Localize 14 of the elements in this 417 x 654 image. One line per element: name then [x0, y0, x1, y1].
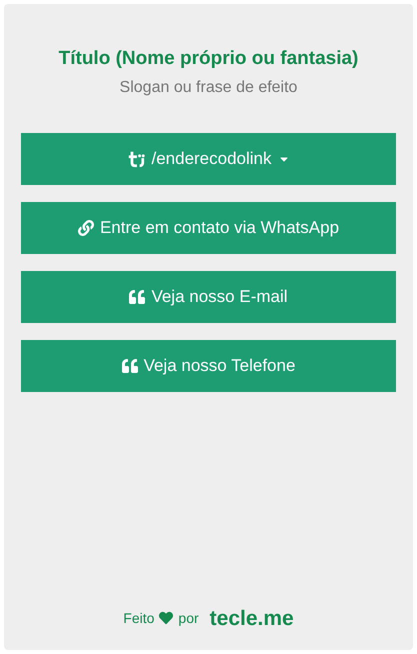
link-icon [78, 220, 94, 236]
slogan: Slogan ou frase de efeito [118, 78, 298, 98]
quote-icon [129, 289, 146, 305]
link-button[interactable]: Veja nosso Telefone [21, 340, 396, 392]
brand-link[interactable]: tecle.me [210, 602, 294, 634]
page-title: Título (Nome próprio ou fantasia) [58, 47, 360, 71]
heart-icon [159, 611, 174, 626]
footer-text: por [178, 608, 199, 628]
link-button[interactable]: Veja nosso E-mail [21, 271, 396, 323]
footer-text: Feito [123, 608, 154, 628]
logo-icon [127, 150, 146, 168]
quote-icon [122, 358, 138, 374]
link-button[interactable]: Entre em contato via WhatsApp [21, 202, 396, 254]
link-dropdown-button[interactable]: /enderecodolink [21, 133, 396, 185]
